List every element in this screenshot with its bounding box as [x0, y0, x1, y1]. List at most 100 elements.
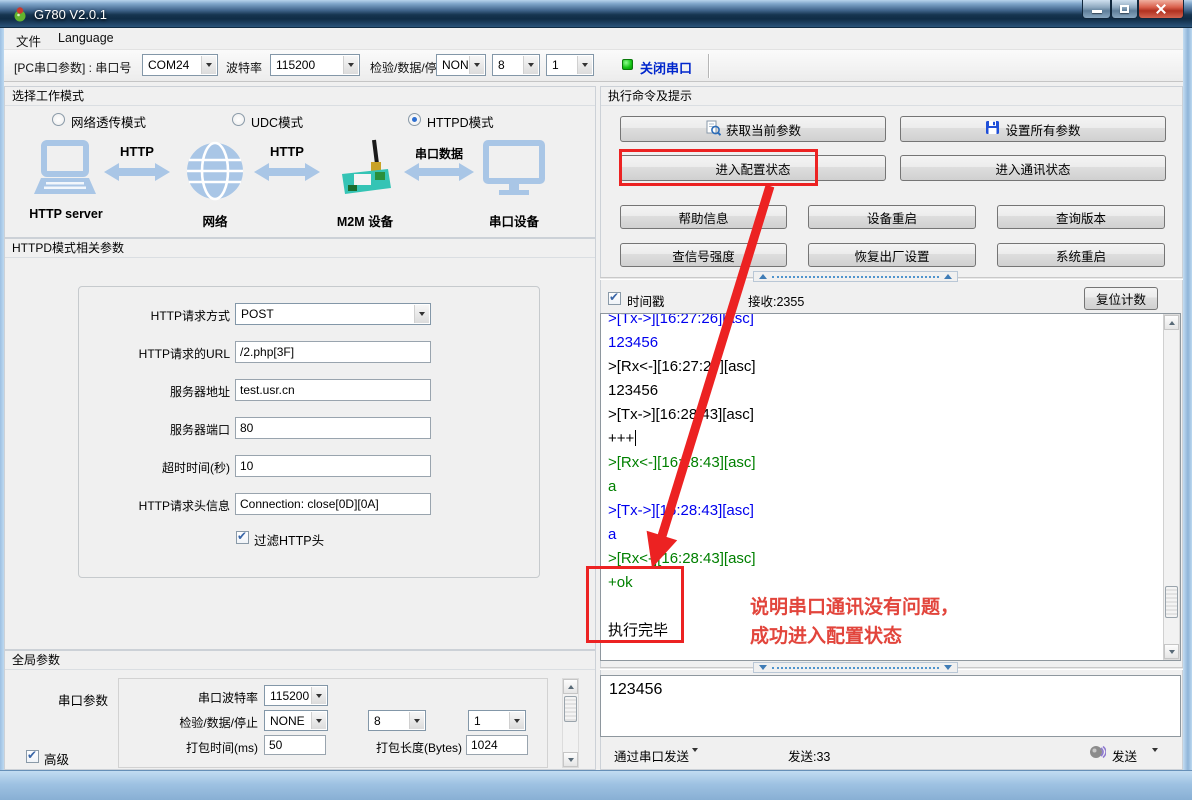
- com-port-select[interactable]: COM24: [142, 54, 218, 76]
- log-line: >[Rx<-][16:28:43][asc]: [608, 451, 1158, 475]
- chevron-down-icon: [201, 56, 216, 74]
- monitor-icon: [483, 140, 545, 203]
- server-port-label: 服务器端口: [60, 421, 230, 438]
- scroll-up-icon[interactable]: [563, 679, 578, 694]
- query-version-button[interactable]: 查询版本: [997, 205, 1165, 229]
- send-input[interactable]: 123456: [600, 675, 1181, 737]
- send-input-value: 123456: [609, 681, 662, 699]
- log-line: >[Tx->][16:27:26][asc]: [608, 313, 1158, 331]
- global-params-title: 全局参数: [5, 651, 595, 670]
- pack-time-input[interactable]: [264, 735, 326, 755]
- radio-net-transparent[interactable]: [52, 113, 65, 126]
- enter-comm-button[interactable]: 进入通讯状态: [900, 155, 1166, 181]
- diagram-node-http-server: HTTP server: [22, 207, 110, 221]
- menu-file[interactable]: 文件: [16, 31, 41, 50]
- radio-udc-mode-label[interactable]: UDC模式: [251, 112, 303, 131]
- global-parity-select[interactable]: NONE: [264, 710, 328, 731]
- maximize-button[interactable]: [1111, 0, 1138, 19]
- command-panel-title: 执行命令及提示: [601, 87, 1182, 106]
- globe-icon: [184, 140, 246, 207]
- log-line: a: [608, 523, 1158, 547]
- global-databits-select[interactable]: 8: [368, 710, 426, 731]
- collapse-up-icon[interactable]: [759, 274, 767, 279]
- scrollbar-thumb[interactable]: [564, 696, 577, 722]
- radio-net-transparent-label[interactable]: 网络透传模式: [71, 112, 146, 131]
- log-line: 123456: [608, 331, 1158, 355]
- highlight-box-ok-result: [586, 566, 684, 643]
- server-port-input[interactable]: [235, 417, 431, 439]
- double-arrow-icon: [404, 162, 474, 187]
- log-line: >[Tx->][16:28:43][asc]: [608, 403, 1158, 427]
- factory-reset-button[interactable]: 恢复出厂设置: [808, 243, 976, 267]
- set-params-button[interactable]: 设置所有参数: [900, 116, 1166, 142]
- baud-label: 波特率: [226, 59, 262, 76]
- m2m-device-icon: [330, 138, 400, 205]
- splitter-handle-top[interactable]: [753, 271, 958, 282]
- radio-httpd-mode[interactable]: [408, 113, 421, 126]
- chevron-down-icon[interactable]: [1152, 752, 1158, 770]
- timeout-input[interactable]: [235, 455, 431, 477]
- timestamp-checkbox[interactable]: [608, 292, 621, 305]
- close-button[interactable]: [1138, 0, 1184, 19]
- scroll-up-icon[interactable]: [1164, 315, 1179, 330]
- annotation-text-line2: 成功进入配置状态: [750, 621, 902, 648]
- radio-httpd-mode-label[interactable]: HTTPD模式: [427, 112, 494, 131]
- double-arrow-icon: [254, 162, 320, 187]
- log-scrollbar[interactable]: [1163, 314, 1180, 660]
- reset-count-button[interactable]: 复位计数: [1084, 287, 1158, 310]
- http-method-select[interactable]: POST: [235, 303, 431, 325]
- send-via-dropdown[interactable]: 通过串口发送: [614, 746, 689, 765]
- chevron-down-icon: [409, 712, 424, 729]
- http-url-label: HTTP请求的URL: [60, 345, 230, 362]
- server-address-input[interactable]: [235, 379, 431, 401]
- filter-http-checkbox[interactable]: [236, 531, 249, 544]
- advanced-label: 高级: [44, 749, 69, 768]
- collapse-down-icon[interactable]: [759, 665, 767, 670]
- pack-time-label: 打包时间(ms): [140, 739, 258, 756]
- splitter-handle-bottom[interactable]: [753, 662, 958, 673]
- laptop-icon: [32, 140, 100, 207]
- chevron-down-icon: [577, 56, 592, 74]
- link-label-http-1: HTTP: [104, 144, 170, 159]
- http-url-input[interactable]: [235, 341, 431, 363]
- radio-udc-mode[interactable]: [232, 113, 245, 126]
- parity-select[interactable]: NONI: [436, 54, 486, 76]
- log-line: 123456: [608, 379, 1158, 403]
- close-port-button[interactable]: 关闭串口: [640, 58, 692, 77]
- scroll-down-icon[interactable]: [563, 752, 578, 767]
- send-button[interactable]: 发送: [1112, 746, 1137, 765]
- pack-len-label: 打包长度(Bytes): [350, 739, 462, 756]
- global-params-scrollbar[interactable]: [562, 678, 579, 768]
- stopbits-select[interactable]: 1: [546, 54, 594, 76]
- scrollbar-thumb[interactable]: [1165, 586, 1178, 618]
- advanced-checkbox[interactable]: [26, 750, 39, 763]
- window-title: G780 V2.0.1: [34, 7, 107, 22]
- device-restart-button[interactable]: 设备重启: [808, 205, 976, 229]
- receive-count: 接收:2355: [748, 291, 804, 310]
- highlight-box-enter-config: [619, 149, 818, 186]
- global-baud-select[interactable]: 115200: [264, 685, 328, 706]
- get-params-button[interactable]: 获取当前参数: [620, 116, 886, 142]
- collapse-down-icon[interactable]: [944, 665, 952, 670]
- chevron-down-icon: [414, 305, 429, 323]
- baud-select[interactable]: 115200: [270, 54, 360, 76]
- scroll-down-icon[interactable]: [1164, 644, 1179, 659]
- minimize-button[interactable]: [1082, 0, 1111, 19]
- timeout-label: 超时时间(秒): [60, 459, 230, 476]
- global-stopbits-select[interactable]: 1: [468, 710, 526, 731]
- collapse-up-icon[interactable]: [944, 274, 952, 279]
- chevron-down-icon: [311, 712, 326, 729]
- titlebar[interactable]: G780 V2.0.1: [0, 0, 1192, 28]
- menu-language[interactable]: Language: [58, 31, 114, 45]
- log-line: +++: [608, 427, 1158, 451]
- serial-params-label: 串口参数: [20, 690, 108, 709]
- databits-select[interactable]: 8: [492, 54, 540, 76]
- log-line: >[Rx<-][16:27:27][asc]: [608, 355, 1158, 379]
- http-header-input[interactable]: [235, 493, 431, 515]
- pack-len-input[interactable]: [466, 735, 528, 755]
- system-restart-button[interactable]: 系统重启: [997, 243, 1165, 267]
- chevron-down-icon[interactable]: [692, 752, 698, 770]
- floppy-disk-icon: [985, 120, 1000, 138]
- help-info-button[interactable]: 帮助信息: [620, 205, 787, 229]
- query-signal-button[interactable]: 查信号强度: [620, 243, 787, 267]
